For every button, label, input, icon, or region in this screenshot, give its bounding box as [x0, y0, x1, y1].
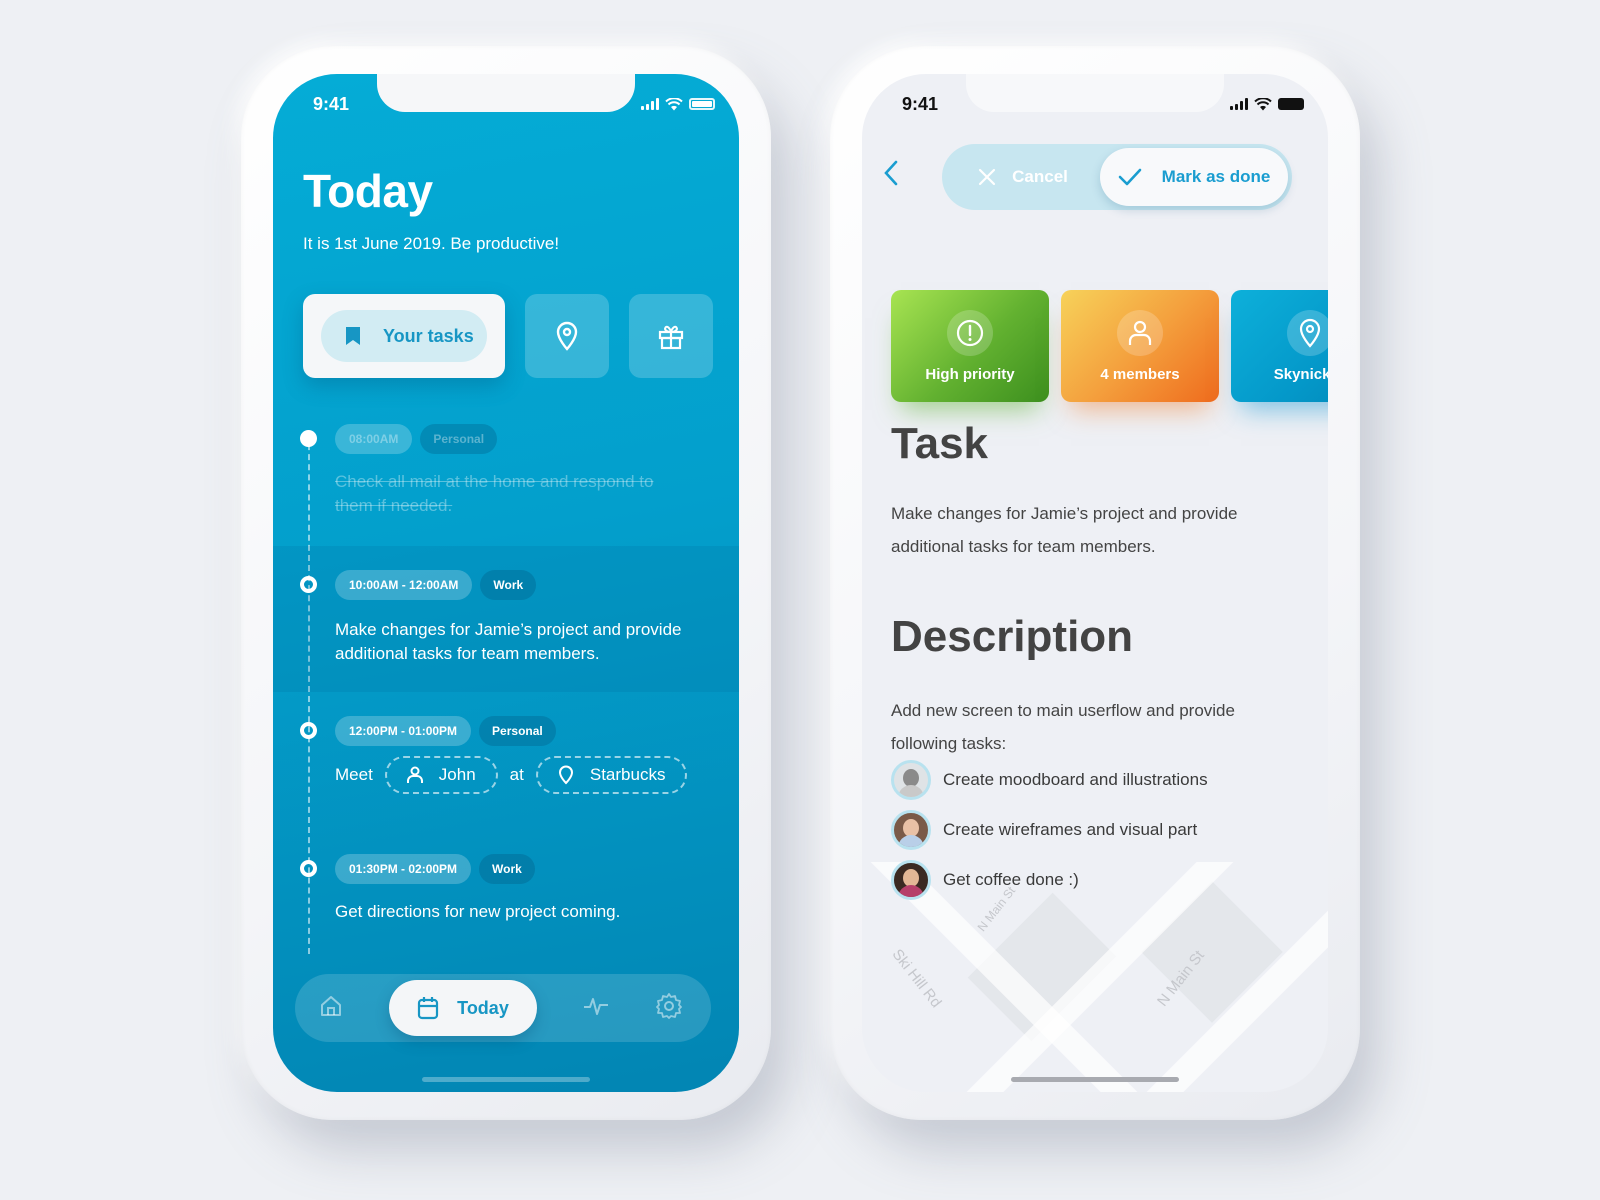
person-chip[interactable]: John	[384, 756, 498, 794]
timeline-dot	[300, 430, 317, 447]
task-text: Check all mail at the home and respond t…	[335, 472, 654, 515]
subtask-list: Create moodboard and illustrations Creat…	[891, 760, 1208, 910]
members-card[interactable]: 4 members	[1061, 290, 1219, 402]
quick-actions: Your tasks	[303, 294, 713, 378]
bookmark-icon	[346, 327, 360, 345]
gift-button[interactable]	[629, 294, 713, 378]
category-tag: Personal	[420, 424, 498, 454]
signal-icon	[641, 98, 659, 110]
notch	[966, 74, 1224, 112]
location-button[interactable]	[525, 294, 609, 378]
timeline-item[interactable]: 12:00PM - 01:00PM Personal Meet John at …	[273, 716, 739, 826]
subtask-item[interactable]: Create moodboard and illustrations	[891, 760, 1208, 800]
members-label: 4 members	[1100, 365, 1180, 383]
timeline-item[interactable]: 01:30PM - 02:00PM Work Get directions fo…	[273, 854, 739, 944]
nav-activity[interactable]	[583, 995, 609, 1022]
back-button[interactable]	[884, 160, 898, 191]
calendar-icon	[418, 997, 439, 1020]
wifi-icon	[1254, 97, 1272, 110]
user-icon	[1128, 320, 1152, 345]
task-meta-cards: High priority 4 members Skynick O	[891, 290, 1328, 402]
avatar	[891, 860, 931, 900]
nav-settings[interactable]	[655, 992, 683, 1025]
location-pin-icon	[558, 765, 573, 785]
person-name: John	[438, 765, 476, 784]
home-icon	[321, 995, 341, 1016]
home-indicator	[422, 1077, 590, 1082]
cancel-label: Cancel	[1012, 167, 1068, 186]
settings-gear-icon	[656, 992, 682, 1019]
check-icon	[1118, 168, 1141, 186]
priority-label: High priority	[925, 365, 1015, 383]
home-indicator	[1011, 1077, 1179, 1082]
time-tag: 10:00AM - 12:00AM	[335, 570, 473, 600]
task-text: Make changes for Jamie’s project and pro…	[891, 504, 1238, 556]
wifi-icon	[665, 97, 683, 110]
place-chip[interactable]: Starbucks	[535, 756, 688, 794]
subtask-text: Create moodboard and illustrations	[943, 770, 1208, 789]
place-name: Starbucks	[589, 765, 666, 784]
page-subtitle: It is 1st June 2019. Be productive!	[303, 234, 560, 253]
mark-as-done-label: Mark as done	[1161, 167, 1271, 186]
activity-icon	[584, 997, 608, 1015]
task-text: Get directions for new project coming.	[335, 902, 621, 921]
time-tag: 12:00PM - 01:00PM	[335, 716, 472, 746]
battery-icon	[1278, 98, 1304, 110]
time-tag: 01:30PM - 02:00PM	[335, 854, 472, 884]
status-time: 9:41	[902, 93, 939, 114]
time-tag: 08:00AM	[335, 424, 413, 454]
mark-as-done-button[interactable]: Mark as done	[1100, 148, 1288, 206]
category-tag: Personal	[479, 716, 556, 746]
your-tasks-card[interactable]: Your tasks	[303, 294, 505, 378]
subtask-item[interactable]: Create wireframes and visual part	[891, 810, 1208, 850]
map-label: Ski Hill Rd	[888, 946, 945, 1011]
task-heading: Task	[891, 419, 989, 468]
page-title: Today	[303, 165, 433, 217]
location-card[interactable]: Skynick O	[1231, 290, 1328, 402]
action-bar: Cancel Mark as done	[942, 144, 1292, 210]
subtask-text: Get coffee done :)	[943, 870, 1079, 889]
your-tasks-label: Your tasks	[383, 325, 474, 346]
battery-icon	[689, 98, 715, 110]
chevron-left-icon	[884, 160, 898, 186]
cancel-button[interactable]: Cancel	[946, 167, 1100, 187]
description-heading: Description	[891, 612, 1134, 661]
timeline-item[interactable]: 10:00AM - 12:00AM Work Make changes for …	[273, 546, 739, 692]
bottom-nav: Today	[295, 974, 711, 1042]
task-detail-screen: Ski Hill Rd N Main St N Main St 9:41 Can…	[862, 74, 1328, 1092]
status-time: 9:41	[313, 93, 350, 114]
nav-home[interactable]	[319, 994, 343, 1023]
meet-prefix: Meet	[335, 765, 373, 784]
gift-icon	[658, 325, 684, 350]
meet-joiner: at	[509, 765, 524, 784]
priority-card[interactable]: High priority	[891, 290, 1049, 402]
phone-today: 9:41 Today It is 1st June 2019. Be produ…	[241, 46, 771, 1120]
description-text: Add new screen to main userflow and prov…	[891, 701, 1235, 753]
timeline-dot	[300, 576, 317, 593]
location-pin-icon	[556, 321, 578, 351]
timeline-dot	[300, 722, 317, 739]
category-tag: Work	[480, 570, 537, 600]
location-label: Skynick O	[1273, 365, 1328, 383]
subtask-item[interactable]: Get coffee done :)	[891, 860, 1208, 900]
avatar	[891, 760, 931, 800]
notch	[377, 74, 635, 112]
task-text: Make changes for Jamie’s project and pro…	[335, 620, 682, 663]
nav-today[interactable]: Today	[389, 980, 537, 1036]
today-screen: 9:41 Today It is 1st June 2019. Be produ…	[273, 74, 739, 1092]
close-icon	[979, 168, 996, 186]
location-pin-icon	[1299, 318, 1321, 348]
category-tag: Work	[479, 854, 535, 884]
timeline-dot	[300, 860, 317, 877]
signal-icon	[1230, 98, 1248, 110]
phone-task-detail: Ski Hill Rd N Main St N Main St 9:41 Can…	[830, 46, 1360, 1120]
user-icon	[406, 766, 423, 783]
alert-circle-icon	[956, 319, 984, 346]
avatar	[891, 810, 931, 850]
nav-today-label: Today	[457, 997, 509, 1018]
subtask-text: Create wireframes and visual part	[943, 820, 1198, 839]
your-tasks-button[interactable]: Your tasks	[321, 310, 487, 362]
